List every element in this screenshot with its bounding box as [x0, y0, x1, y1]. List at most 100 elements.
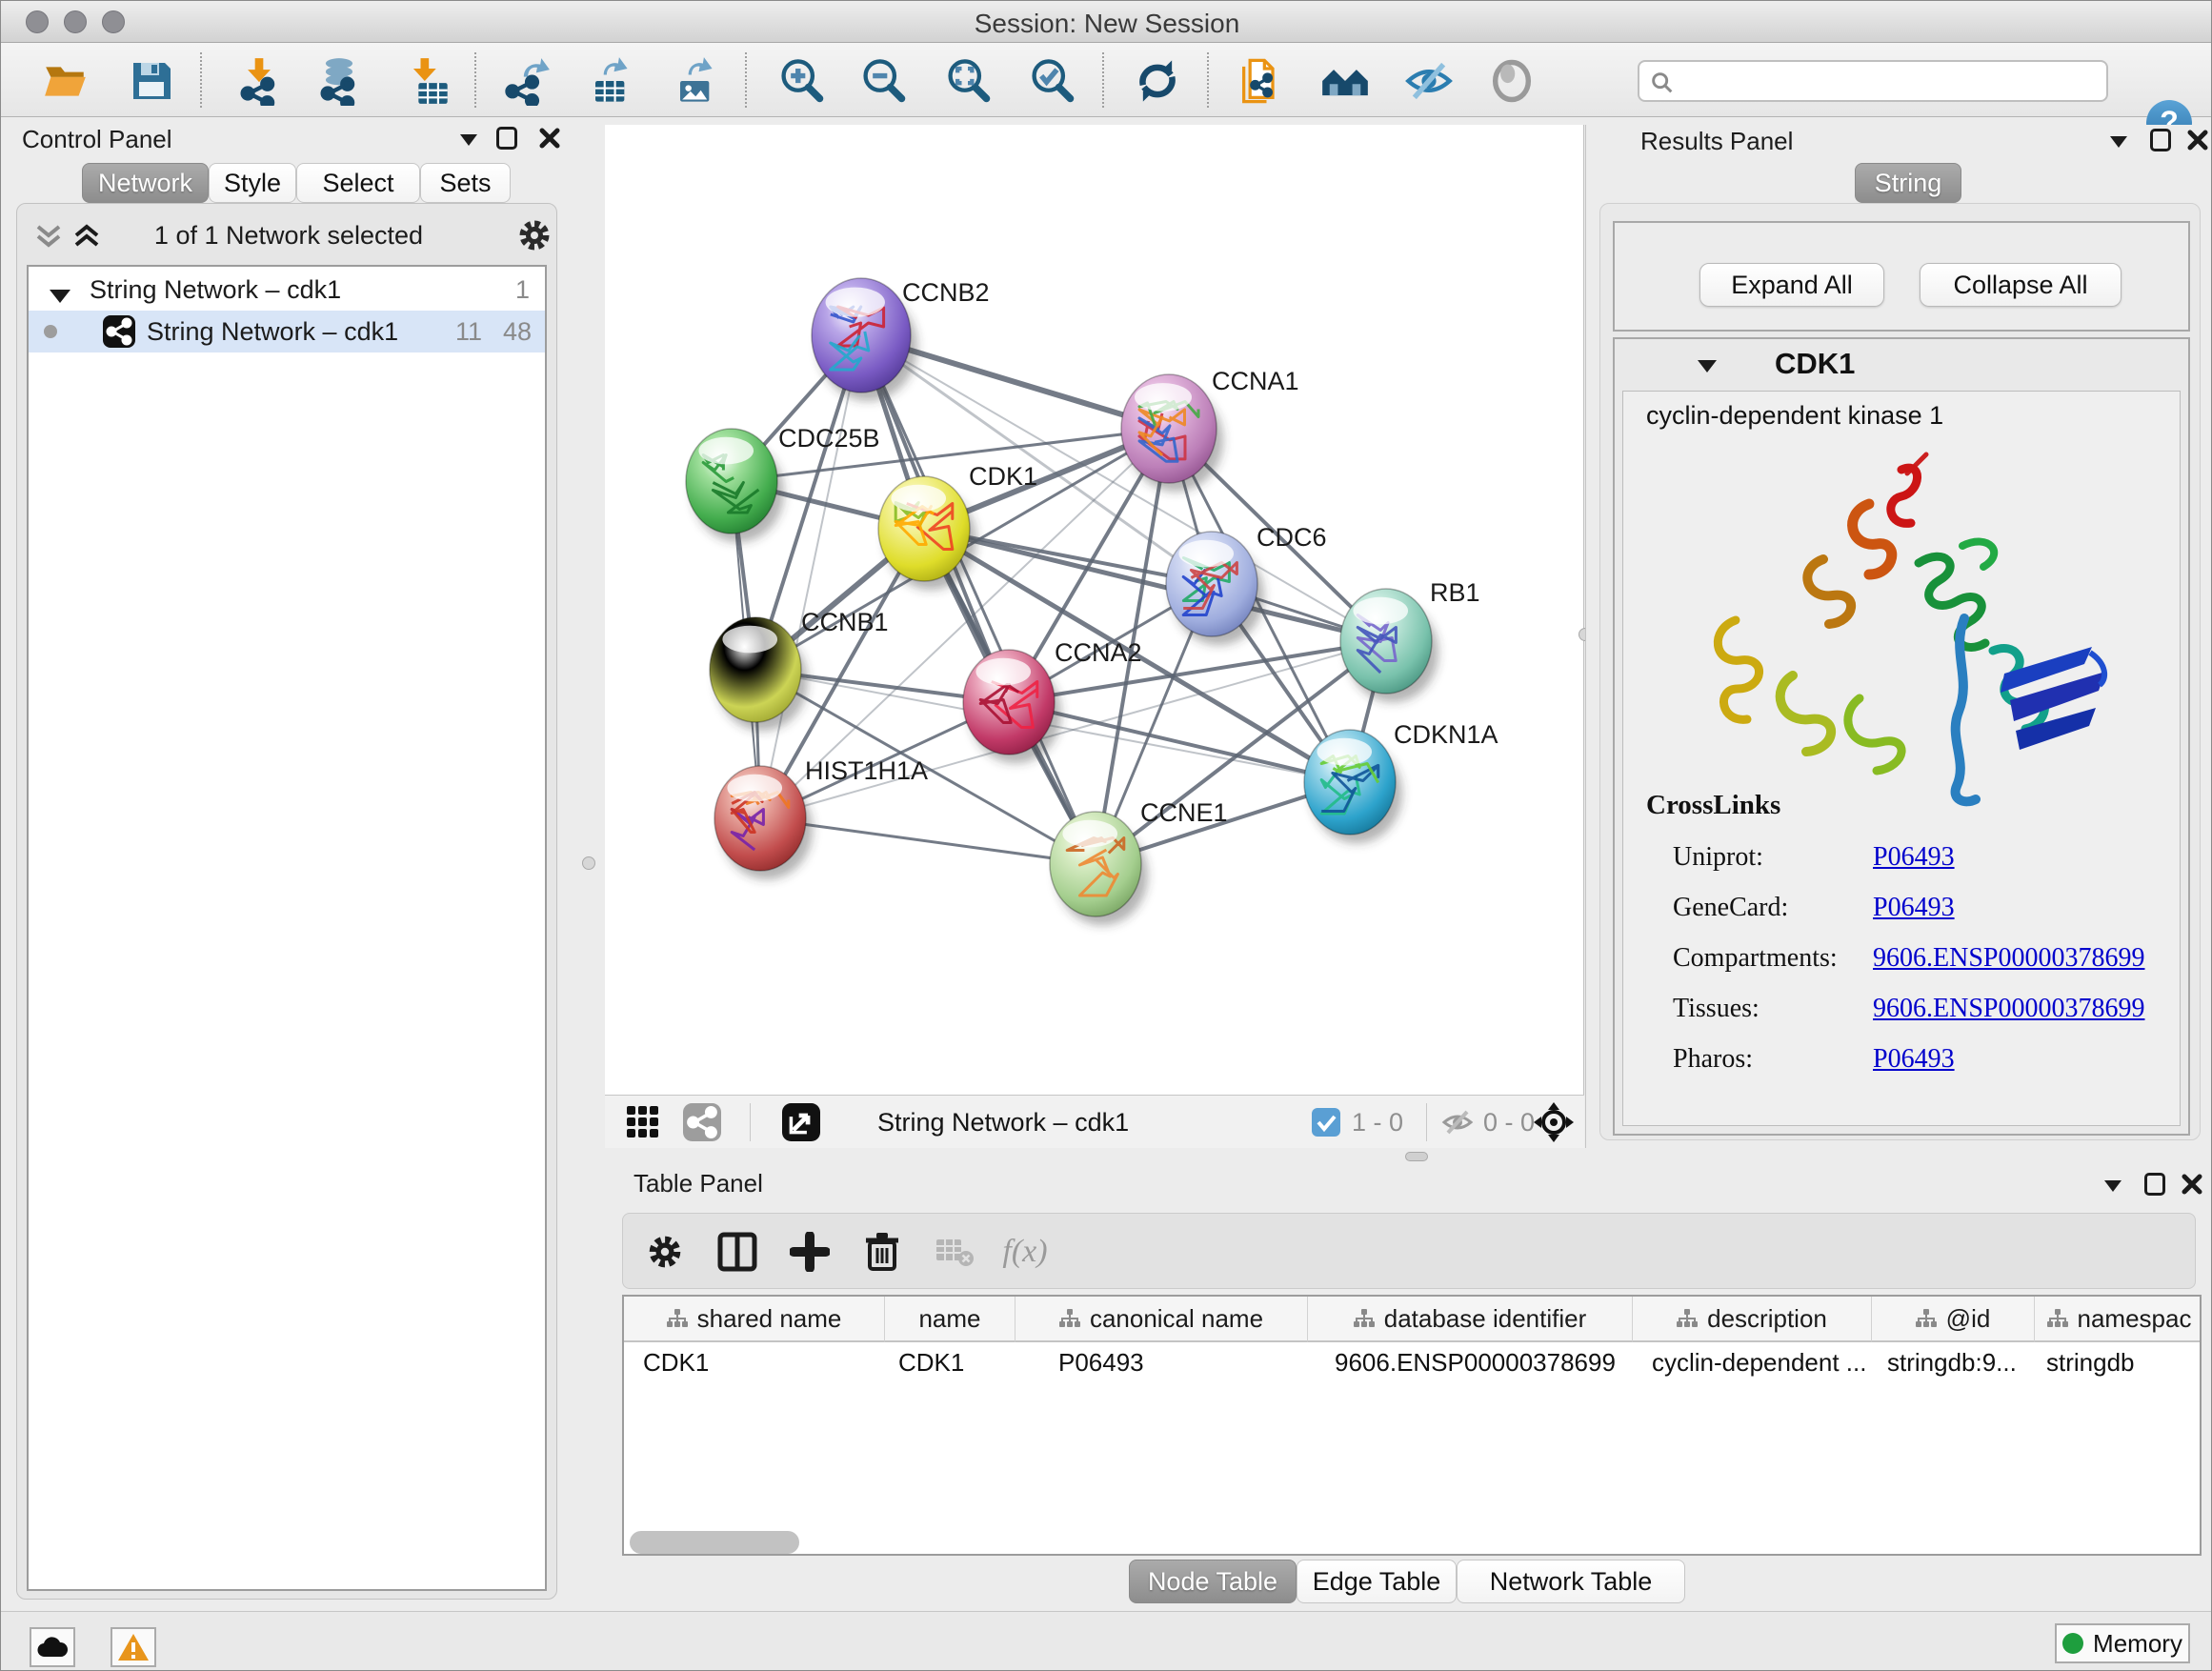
- close-panel-icon[interactable]: [2186, 129, 2209, 151]
- netbar-divider: [750, 1103, 751, 1141]
- table-cell[interactable]: P06493: [1058, 1342, 1308, 1382]
- network-share-toggle-icon[interactable]: [683, 1103, 721, 1146]
- warning-button[interactable]: [111, 1627, 156, 1667]
- tab-sets[interactable]: Sets: [420, 163, 511, 203]
- left-splitter-handle[interactable]: [582, 856, 595, 870]
- column-header-shared-name[interactable]: shared name: [624, 1297, 885, 1342]
- crosslink-link[interactable]: P06493: [1873, 842, 1955, 873]
- home-view-icon[interactable]: [1318, 54, 1372, 108]
- maximize-panel-icon[interactable]: [2144, 1173, 2165, 1196]
- collapse-section-icon[interactable]: [1696, 358, 1719, 374]
- network-canvas[interactable]: CCNB2CCNA1CDC25BCDK1CDC6RB1CCNB1CCNA2CDK…: [605, 125, 1584, 1095]
- table-cell[interactable]: CDK1: [643, 1342, 885, 1382]
- horizontal-splitter-handle[interactable]: [1405, 1152, 1428, 1161]
- float-panel-icon[interactable]: [2102, 1178, 2123, 1194]
- show-columns-icon[interactable]: [713, 1227, 762, 1277]
- node-HIST1H1A[interactable]: HIST1H1A: [714, 756, 928, 879]
- table-cell[interactable]: 9606.ENSP00000378699: [1335, 1342, 1633, 1382]
- node-label-CDC25B: CDC25B: [778, 424, 880, 453]
- import-network-database-icon[interactable]: [312, 54, 366, 108]
- zoom-fit-icon[interactable]: [941, 54, 995, 108]
- memory-button[interactable]: Memory: [2055, 1623, 2190, 1663]
- node-RB1[interactable]: RB1: [1340, 578, 1480, 702]
- close-panel-icon[interactable]: [538, 127, 561, 150]
- gear-icon[interactable]: [516, 217, 553, 253]
- collapse-all-icon[interactable]: [34, 223, 63, 250]
- main-toolbar: ?: [1, 43, 2212, 117]
- open-in-window-icon[interactable]: [782, 1103, 820, 1146]
- node-label-CCNB2: CCNB2: [902, 278, 990, 307]
- hide-selected-icon[interactable]: [1402, 54, 1456, 108]
- crosslink-link[interactable]: 9606.ENSP00000378699: [1873, 943, 2144, 974]
- node-CDK1[interactable]: CDK1: [878, 462, 1037, 590]
- node-CCNB1[interactable]: CCNB1: [710, 608, 889, 731]
- tab-style[interactable]: Style: [209, 163, 296, 203]
- delete-column-trash-icon[interactable]: [857, 1227, 907, 1277]
- table-hscrollbar-thumb[interactable]: [630, 1531, 799, 1554]
- collapse-arrow-icon[interactable]: [50, 280, 70, 310]
- network-tree-root-row[interactable]: String Network – cdk1 1: [29, 269, 545, 311]
- table-tabs: Node TableEdge TableNetwork Table: [605, 1560, 2212, 1605]
- float-panel-icon[interactable]: [2108, 134, 2129, 150]
- hidden-eye-icon[interactable]: [1441, 1108, 1474, 1141]
- table-cell[interactable]: cyclin-dependent ...: [1652, 1342, 1872, 1382]
- node-CDC6[interactable]: CDC6: [1166, 523, 1327, 645]
- import-table-file-icon[interactable]: [400, 54, 453, 108]
- column-header-description[interactable]: description: [1633, 1297, 1872, 1342]
- clone-network-icon[interactable]: [1234, 54, 1287, 108]
- save-icon[interactable]: [125, 54, 178, 108]
- results-panel-title: Results Panel: [1640, 127, 1793, 156]
- tab-network[interactable]: Network: [82, 163, 209, 203]
- column-header-name[interactable]: name: [885, 1297, 1016, 1342]
- maximize-panel-icon[interactable]: [2150, 129, 2171, 151]
- crosslink-link[interactable]: P06493: [1873, 1044, 1955, 1075]
- tab-edge-table[interactable]: Edge Table: [1297, 1560, 1457, 1603]
- tab-network-table[interactable]: Network Table: [1457, 1560, 1685, 1603]
- fit-content-crosshair-icon[interactable]: [1533, 1101, 1575, 1148]
- birdseye-grid-icon[interactable]: [626, 1105, 660, 1144]
- node-CCNE1[interactable]: CCNE1: [1050, 798, 1228, 925]
- close-panel-icon[interactable]: [2181, 1173, 2203, 1196]
- tab-string[interactable]: String: [1855, 163, 1961, 203]
- zoom-in-icon[interactable]: [774, 54, 828, 108]
- network-tree-row-selected[interactable]: String Network – cdk1 11 48: [29, 311, 545, 352]
- cloud-button[interactable]: [30, 1627, 75, 1667]
- toolbar-divider: [1207, 52, 1209, 108]
- edge-CCNB2-HIST1H1A[interactable]: [760, 335, 861, 818]
- result-node-title: CDK1: [1775, 347, 1855, 381]
- export-image-icon[interactable]: [666, 54, 719, 108]
- selected-checkbox-icon[interactable]: [1312, 1108, 1340, 1141]
- import-network-file-icon[interactable]: [232, 54, 286, 108]
- table-cell[interactable]: stringdb: [2046, 1342, 2202, 1382]
- export-table-icon[interactable]: [581, 54, 634, 108]
- table-cell[interactable]: CDK1: [898, 1342, 1016, 1382]
- expand-all-icon[interactable]: [72, 223, 101, 250]
- node-CDKN1A[interactable]: CDKN1A: [1304, 720, 1498, 843]
- export-network-icon[interactable]: [499, 54, 553, 108]
- node-CCNB2[interactable]: CCNB2: [812, 278, 990, 401]
- table-settings-gear-icon[interactable]: [640, 1227, 690, 1277]
- open-folder-icon[interactable]: [39, 54, 92, 108]
- maximize-panel-icon[interactable]: [496, 127, 517, 150]
- column-header-namespac[interactable]: namespac: [2035, 1297, 2202, 1342]
- crosslink-link[interactable]: P06493: [1873, 893, 1955, 923]
- network-label: String Network – cdk1: [147, 317, 398, 347]
- crosslink-link[interactable]: 9606.ENSP00000378699: [1873, 994, 2144, 1024]
- show-details-icon[interactable]: [1485, 54, 1538, 108]
- zoom-out-icon[interactable]: [856, 54, 910, 108]
- node-CCNA1[interactable]: CCNA1: [1121, 367, 1299, 492]
- collapse-all-button[interactable]: Collapse All: [1920, 263, 2122, 307]
- zoom-selected-icon[interactable]: [1025, 54, 1078, 108]
- column-header-canonical-name[interactable]: canonical name: [1016, 1297, 1308, 1342]
- add-column-icon[interactable]: [785, 1227, 835, 1277]
- refresh-icon[interactable]: [1131, 54, 1184, 108]
- tab-select[interactable]: Select: [296, 163, 420, 203]
- search-input[interactable]: [1681, 64, 2101, 98]
- tab-node-table[interactable]: Node Table: [1129, 1560, 1297, 1603]
- table-cell[interactable]: stringdb:9...: [1887, 1342, 2035, 1382]
- expand-all-button[interactable]: Expand All: [1699, 263, 1884, 307]
- column-header--id[interactable]: @id: [1872, 1297, 2035, 1342]
- column-header-database-identifier[interactable]: database identifier: [1308, 1297, 1633, 1342]
- node-CDC25B[interactable]: CDC25B: [686, 424, 880, 542]
- float-panel-icon[interactable]: [458, 132, 479, 148]
